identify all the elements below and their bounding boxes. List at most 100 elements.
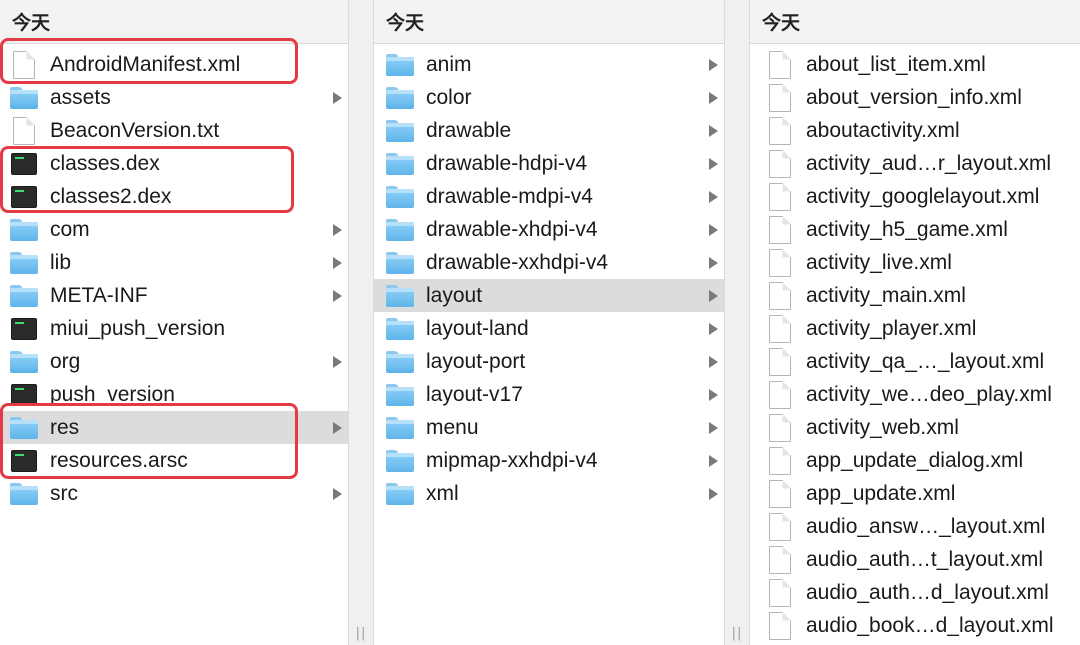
item-label: res	[50, 415, 80, 439]
folder-item[interactable]: org	[0, 345, 348, 378]
file-item[interactable]: audio_auth…t_layout.xml	[750, 543, 1080, 576]
file-item[interactable]: audio_book…d_layout.xml	[750, 609, 1080, 642]
folder-icon	[386, 251, 414, 274]
file-item[interactable]: about_version_info.xml	[750, 81, 1080, 114]
item-label: audio_auth…t_layout.xml	[806, 547, 1043, 571]
resize-grip-icon[interactable]: ||	[356, 626, 367, 641]
file-item[interactable]: resources.arsc	[0, 444, 348, 477]
file-item[interactable]: audio_auth…d_layout.xml	[750, 576, 1080, 609]
file-item[interactable]: activity_googlelayout.xml	[750, 180, 1080, 213]
folder-item[interactable]: anim	[374, 48, 724, 81]
folder-item[interactable]: color	[374, 81, 724, 114]
document-icon	[769, 512, 791, 541]
file-item[interactable]: activity_qa_…_layout.xml	[750, 345, 1080, 378]
chevron-right-icon	[709, 157, 718, 170]
document-icon	[769, 611, 791, 640]
chevron-right-icon	[709, 454, 718, 467]
column-header: 今天	[374, 0, 724, 44]
folder-icon	[386, 152, 414, 175]
folder-icon	[386, 53, 414, 76]
file-item[interactable]: app_update_dialog.xml	[750, 444, 1080, 477]
file-item[interactable]: activity_player.xml	[750, 312, 1080, 345]
item-label: about_list_item.xml	[806, 52, 986, 76]
resize-grip-icon[interactable]: ||	[732, 626, 743, 641]
folder-item[interactable]: layout-port	[374, 345, 724, 378]
folder-icon	[386, 482, 414, 505]
file-item[interactable]: push_version	[0, 378, 348, 411]
file-item[interactable]: activity_live.xml	[750, 246, 1080, 279]
folder-item[interactable]: drawable-xxhdpi-v4	[374, 246, 724, 279]
file-item[interactable]: audio_answ…_layout.xml	[750, 510, 1080, 543]
item-label: activity_web.xml	[806, 415, 959, 439]
file-item[interactable]: classes.dex	[0, 147, 348, 180]
folder-icon	[386, 185, 414, 208]
folder-item[interactable]: drawable-xhdpi-v4	[374, 213, 724, 246]
folder-item[interactable]: xml	[374, 477, 724, 510]
document-icon	[769, 380, 791, 409]
column-header: 今天	[0, 0, 348, 44]
column-resize-gutter[interactable]: ||	[348, 0, 374, 645]
chevron-right-icon	[333, 91, 342, 104]
file-item[interactable]: miui_push_version	[0, 312, 348, 345]
item-label: audio_book…d_layout.xml	[806, 613, 1054, 637]
item-label: audio_answ…_layout.xml	[806, 514, 1046, 538]
item-label: menu	[426, 415, 479, 439]
folder-icon	[386, 119, 414, 142]
folder-item[interactable]: drawable-mdpi-v4	[374, 180, 724, 213]
folder-icon	[386, 350, 414, 373]
folder-icon	[386, 317, 414, 340]
file-item[interactable]: activity_web.xml	[750, 411, 1080, 444]
folder-item[interactable]: layout-land	[374, 312, 724, 345]
file-item[interactable]: classes2.dex	[0, 180, 348, 213]
file-list: AndroidManifest.xml assets BeaconVersion.t…	[0, 44, 348, 510]
folder-item[interactable]: com	[0, 213, 348, 246]
folder-item[interactable]: META-INF	[0, 279, 348, 312]
column-resize-gutter[interactable]: ||	[724, 0, 750, 645]
item-label: mipmap-xxhdpi-v4	[426, 448, 598, 472]
document-icon	[769, 215, 791, 244]
file-item[interactable]: aboutactivity.xml	[750, 114, 1080, 147]
item-label: activity_aud…r_layout.xml	[806, 151, 1052, 175]
folder-item[interactable]: src	[0, 477, 348, 510]
item-label: assets	[50, 85, 111, 109]
folder-icon	[386, 218, 414, 241]
item-label: xml	[426, 481, 459, 505]
chevron-right-icon	[709, 256, 718, 269]
file-item[interactable]: BeaconVersion.txt	[0, 114, 348, 147]
document-icon	[769, 446, 791, 475]
item-label: color	[426, 85, 472, 109]
file-item[interactable]: AndroidManifest.xml	[0, 48, 348, 81]
folder-item[interactable]: layout	[374, 279, 724, 312]
file-item[interactable]: activity_we…deo_play.xml	[750, 378, 1080, 411]
chevron-right-icon	[333, 256, 342, 269]
folder-icon	[386, 449, 414, 472]
item-label: activity_googlelayout.xml	[806, 184, 1040, 208]
chevron-right-icon	[709, 58, 718, 71]
file-item[interactable]: activity_aud…r_layout.xml	[750, 147, 1080, 180]
file-item[interactable]: app_update.xml	[750, 477, 1080, 510]
folder-icon	[386, 86, 414, 109]
file-list: anim color drawable drawable-hdpi-v4 drawabl…	[374, 44, 724, 510]
file-item[interactable]: activity_main.xml	[750, 279, 1080, 312]
chevron-right-icon	[709, 388, 718, 401]
folder-item[interactable]: assets	[0, 81, 348, 114]
column-root: 今天 AndroidManifest.xml assets BeaconVersio…	[0, 0, 348, 645]
item-label: activity_main.xml	[806, 283, 966, 307]
document-icon	[769, 479, 791, 508]
folder-item[interactable]: layout-v17	[374, 378, 724, 411]
folder-item[interactable]: mipmap-xxhdpi-v4	[374, 444, 724, 477]
folder-item[interactable]: lib	[0, 246, 348, 279]
folder-item[interactable]: drawable-hdpi-v4	[374, 147, 724, 180]
folder-item[interactable]: drawable	[374, 114, 724, 147]
folder-item[interactable]: res	[0, 411, 348, 444]
document-icon	[13, 116, 35, 145]
executable-icon	[11, 317, 37, 340]
chevron-right-icon	[709, 421, 718, 434]
item-label: drawable-mdpi-v4	[426, 184, 593, 208]
folder-item[interactable]: menu	[374, 411, 724, 444]
item-label: com	[50, 217, 90, 241]
file-item[interactable]: activity_h5_game.xml	[750, 213, 1080, 246]
chevron-right-icon	[709, 190, 718, 203]
file-item[interactable]: about_list_item.xml	[750, 48, 1080, 81]
document-icon	[769, 248, 791, 277]
